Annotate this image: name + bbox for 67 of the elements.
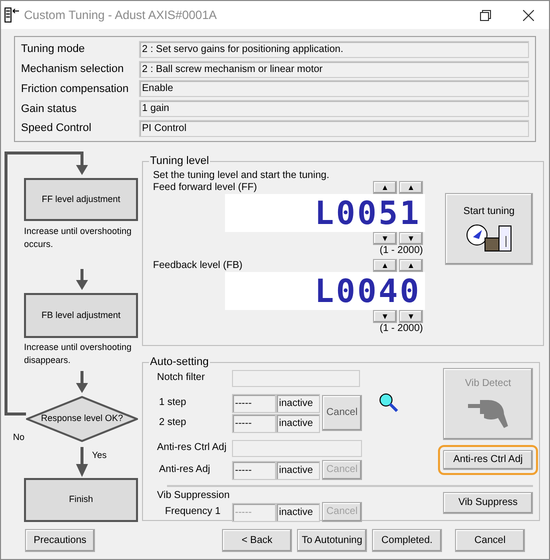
flow-step: Finish	[24, 478, 138, 522]
no-label: No	[13, 431, 25, 444]
status-field: inactive	[276, 502, 320, 522]
spin-button[interactable]: ▼	[399, 232, 423, 244]
level-label: Feedback level (FB)	[153, 260, 242, 272]
row-label: Notch filter	[157, 372, 206, 384]
flow-step: FB level adjustment	[24, 293, 138, 338]
level-display: L0051	[225, 194, 425, 232]
close-icon[interactable]	[523, 10, 534, 20]
setting-label: Speed Control	[21, 121, 92, 136]
step-note: Increase until overshooting disappears.	[24, 341, 133, 367]
setting-label: Gain status	[21, 102, 78, 117]
dialog-button[interactable]: Completed.	[372, 529, 442, 552]
setting-label: Mechanism selection	[21, 62, 125, 77]
row-label: Frequency 1	[164, 506, 222, 518]
down-arrow	[76, 447, 88, 477]
setting-label: Friction compensation	[21, 82, 130, 97]
spin-button[interactable]: ▲	[399, 180, 423, 194]
down-arrow	[76, 371, 88, 393]
dialog-button[interactable]: To Autotuning	[297, 529, 367, 552]
level-range: (1 - 2000)	[380, 244, 423, 256]
start-tuning-button[interactable]: Start tuning	[445, 192, 533, 264]
status-field: -----	[232, 502, 276, 522]
down-arrow	[76, 269, 88, 290]
spin-button[interactable]: ▼	[399, 310, 423, 322]
row-label: Anti-res Ctrl Adj	[157, 442, 228, 454]
status-field: inactive	[276, 394, 320, 412]
row-label: Anti-res Adj	[158, 464, 212, 476]
row-label: 2 step	[158, 417, 188, 429]
flow-step: FF level adjustment	[24, 178, 138, 221]
spin-button[interactable]: ▲	[399, 258, 423, 272]
status-field: -----	[232, 460, 276, 480]
spin-button[interactable]: ▲	[373, 258, 397, 272]
setting-value: 2 : Ball screw mechanism or linear motor	[139, 60, 529, 78]
row-label: 1 step	[158, 397, 188, 409]
dialog-button[interactable]: < Back	[222, 529, 292, 552]
window-icon	[4, 7, 20, 23]
instruction-text: Set the tuning level and start the tuning.	[153, 170, 330, 180]
dialog-button[interactable]: Cancel	[455, 529, 525, 552]
spin-button[interactable]: ▲	[373, 180, 397, 194]
decision-node: Response level OK?	[26, 396, 138, 442]
setting-value: Enable	[139, 80, 529, 98]
magnifier-icon	[378, 392, 400, 414]
level-label: Feed forward level (FF)	[153, 182, 257, 194]
window-title: Custom Tuning - Adust AXIS#0001A	[24, 7, 217, 24]
status-field: -----	[232, 414, 276, 432]
level-display: L0040	[225, 272, 425, 310]
setting-value: PI Control	[139, 120, 529, 138]
vib-suppress-button[interactable]: Vib Suppress	[443, 492, 533, 514]
tuning-icon	[465, 223, 513, 253]
group-title: Tuning level	[149, 154, 210, 169]
setting-value: 1 gain	[139, 100, 529, 118]
cancel-button[interactable]: Cancel	[322, 395, 362, 431]
spin-button[interactable]: ▼	[373, 232, 397, 244]
setting-value: 2 : Set servo gains for positioning application.	[139, 40, 529, 58]
spin-button[interactable]: ▼	[373, 310, 397, 322]
restore-icon[interactable]	[480, 10, 491, 20]
status-field: inactive	[276, 414, 320, 432]
dialog-button[interactable]: Precautions	[25, 529, 95, 552]
group-title: Auto-setting	[149, 356, 210, 368]
status-field: inactive	[276, 460, 320, 480]
step-note: Increase until overshooting occurs.	[24, 225, 133, 251]
setting-label: Tuning mode	[21, 42, 86, 58]
status-field: -----	[232, 394, 276, 412]
yes-label: Yes	[92, 449, 107, 462]
level-range: (1 - 2000)	[380, 322, 423, 334]
section-label: Vib Suppression	[157, 490, 231, 502]
